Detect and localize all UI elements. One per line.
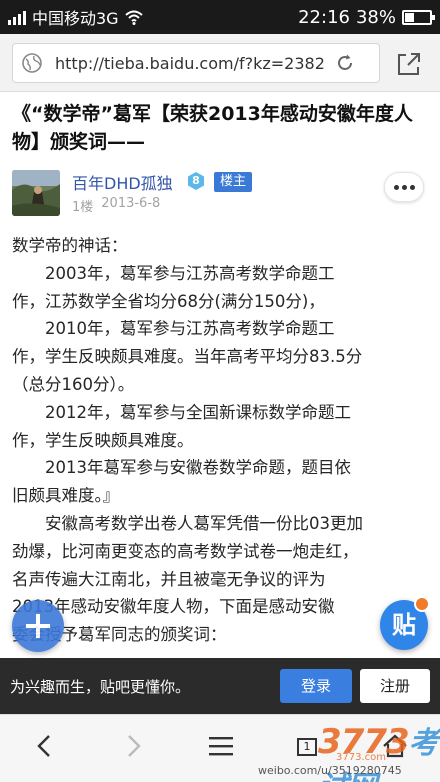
tieba-float-label: 贴	[392, 611, 416, 639]
more-dot-icon	[393, 184, 399, 190]
level-number: 8	[192, 174, 200, 187]
body-line: 劲爆，比河南更变态的高考数学试卷一炮走红，	[12, 541, 359, 561]
body-line: 作，学生反映颇具难度。当年高考平均分83.5分	[12, 347, 363, 367]
level-badge: 8	[186, 171, 206, 191]
forward-icon[interactable]	[118, 731, 148, 761]
more-dot-icon	[409, 184, 415, 190]
tab-count: 1	[297, 738, 317, 756]
body-line: 2012年，葛军参与全国新课标数学命题工	[12, 402, 351, 422]
battery-fill	[405, 12, 415, 22]
watermark-weibo: weibo.com/u/3519280745	[258, 764, 402, 777]
body-line: 数学帝的神话：	[12, 236, 128, 255]
body-line: 旧颇具难度。』	[12, 486, 120, 506]
status-left: 中国移动3G	[8, 6, 143, 28]
body-line: 2013年葛军参与安徽卷数学命题，题目依	[12, 458, 351, 478]
browser-address-bar: http://tieba.baidu.com/f?kz=2382...	[0, 34, 440, 92]
body-line: 2010年，葛军参与江苏高考数学命题工	[12, 319, 335, 339]
clock: 22:16	[298, 6, 350, 28]
post-title: 《“数学帝”葛军【荣获2013年感动安徽年度人 物】颁奖词——	[12, 100, 432, 156]
login-prompt-bar: 为兴趣而生，贴吧更懂你。 登录 注册	[0, 658, 440, 714]
author-name[interactable]: 百年DHD孤独	[72, 170, 173, 194]
tieba-float-button[interactable]: 贴	[380, 596, 430, 650]
body-line: 名声传遍大江南北，并且被毫无争议的评为	[12, 569, 326, 589]
body-line: 2013年感动安徽年度人物，下面是感动安徽	[12, 597, 335, 617]
url-field[interactable]: http://tieba.baidu.com/f?kz=2382...	[12, 43, 380, 83]
post-title-line: 《“数学帝”葛军【荣获2013年感动安徽年度人	[12, 103, 413, 125]
register-button[interactable]: 注册	[360, 669, 430, 703]
notification-dot	[414, 596, 430, 612]
login-slogan: 为兴趣而生，贴吧更懂你。	[10, 678, 191, 696]
body-line: 委会授予葛军同志的颁奖词：	[12, 625, 227, 645]
status-right: 22:16 38%	[298, 6, 435, 28]
body-line: （总分160分）。	[12, 374, 135, 394]
reload-icon[interactable]	[335, 53, 355, 73]
login-button[interactable]: 登录	[280, 669, 352, 703]
post-meta: 1楼 2013-6-8	[72, 196, 160, 215]
body-line: 作，江苏数学全省均分68分(满分150分)，	[12, 291, 325, 311]
carrier-label: 中国移动3G	[32, 9, 119, 28]
wifi-icon	[124, 10, 143, 25]
more-dot-icon	[401, 184, 407, 190]
signal-icon	[8, 9, 26, 25]
battery-icon	[402, 9, 435, 25]
owner-badge: 楼主	[214, 172, 252, 192]
more-options-button[interactable]	[384, 172, 424, 202]
avatar[interactable]	[12, 170, 60, 216]
battery-percent: 38%	[355, 6, 396, 28]
post-title-line: 物】颁奖词——	[12, 131, 146, 153]
back-icon[interactable]	[30, 731, 60, 761]
post-body: 数学帝的神话： 2003年，葛军参与江苏高考数学命题工 作，江苏数学全省均分68…	[12, 232, 432, 649]
status-bar: 中国移动3G 22:16 38%	[0, 0, 440, 34]
menu-icon[interactable]	[206, 731, 236, 761]
url-text: http://tieba.baidu.com/f?kz=2382...	[55, 53, 325, 73]
body-line: 安徽高考数学出卷人葛军凭借一份比03更加	[12, 513, 363, 533]
body-line: 2003年，葛军参与江苏高考数学命题工	[12, 263, 335, 283]
watermark-site: 3773.com	[336, 752, 386, 763]
body-line: 作，学生反映颇具难度。	[12, 430, 194, 450]
new-post-plus-button[interactable]	[12, 600, 64, 652]
globe-icon	[22, 53, 42, 73]
floor-number: 1楼	[72, 200, 94, 215]
post-date: 2013-6-8	[101, 196, 161, 211]
share-icon[interactable]	[396, 51, 422, 77]
